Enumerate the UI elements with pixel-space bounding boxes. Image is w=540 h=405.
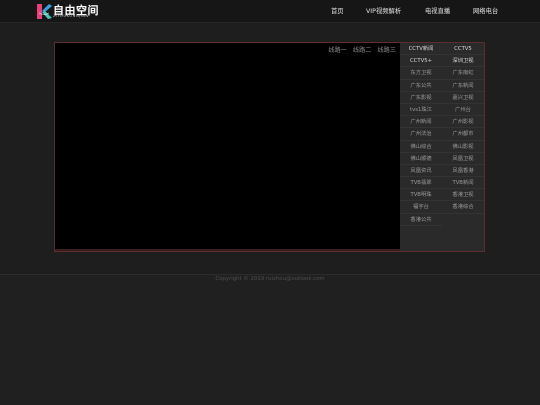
channel-item[interactable]: TVB明珠 bbox=[400, 189, 442, 202]
channel-item[interactable]: 深圳卫视 bbox=[442, 55, 484, 68]
nav-vip-video-parse[interactable]: VIP视频解析 bbox=[366, 6, 401, 15]
nav-home[interactable]: 首页 bbox=[331, 6, 344, 15]
channel-item[interactable]: 佛山综合 bbox=[400, 141, 442, 153]
channel-item[interactable]: 福字台 bbox=[400, 201, 442, 214]
channel-item[interactable]: 香港综合 bbox=[442, 201, 484, 214]
channel-item[interactable]: 广东南虹 bbox=[442, 67, 484, 80]
channel-item[interactable]: CCTV5 bbox=[442, 43, 484, 56]
channel-item[interactable]: 凤凰资讯 bbox=[400, 165, 442, 178]
player-container: 线路一 线路二 线路三 CCTV新闻 CCTV5 CCTV5+ 深圳卫视 东方卫视 广东南… bbox=[54, 42, 485, 252]
main-nav: 首页 VIP视频解析 电视直播 网络电台 bbox=[0, 0, 540, 22]
channel-item[interactable]: 凤凰卫视 bbox=[442, 153, 484, 165]
channel-item[interactable]: 广东影视 bbox=[400, 92, 442, 104]
line-2-button[interactable]: 线路二 bbox=[353, 47, 372, 54]
channel-item[interactable]: 广州影视 bbox=[442, 116, 484, 129]
line-3-button[interactable]: 线路三 bbox=[377, 47, 396, 54]
channel-item[interactable]: 佛山顺德 bbox=[400, 153, 442, 165]
channel-item[interactable]: tvs1珠江 bbox=[400, 104, 442, 117]
channel-item[interactable]: 凤凰香港 bbox=[442, 165, 484, 178]
footer-divider bbox=[0, 274, 540, 275]
nav-web-radio[interactable]: 网络电台 bbox=[473, 6, 498, 15]
channel-list: CCTV新闻 CCTV5 CCTV5+ 深圳卫视 东方卫视 广东南虹 广东公共 广东新闻 广东影… bbox=[400, 43, 484, 251]
channel-item[interactable]: 香港卫视 bbox=[442, 189, 484, 202]
line-selector: 线路一 线路二 线路三 bbox=[324, 45, 396, 54]
player-progress-track bbox=[55, 249, 400, 251]
channel-item[interactable]: 广州台 bbox=[442, 104, 484, 117]
channel-item[interactable]: 香港公共 bbox=[400, 214, 442, 226]
channel-item[interactable]: CCTV5+ bbox=[400, 55, 442, 68]
channel-item[interactable]: 东方卫视 bbox=[400, 67, 442, 80]
channel-item[interactable]: 广州法治 bbox=[400, 128, 442, 141]
channel-item[interactable]: 广东公共 bbox=[400, 80, 442, 92]
footer bbox=[0, 274, 540, 405]
channel-item[interactable]: CCTV新闻 bbox=[400, 43, 442, 56]
nav-tv-live[interactable]: 电视直播 bbox=[425, 6, 450, 15]
channel-item[interactable]: 广州都市 bbox=[442, 128, 484, 141]
channel-item[interactable]: TVB翡翠 bbox=[400, 177, 442, 190]
channel-item[interactable]: 广东新闻 bbox=[442, 80, 484, 92]
channel-item[interactable]: TVB新闻 bbox=[442, 177, 484, 190]
top-bar: 自由空间 ZIYOUKONGJIAN 首页 VIP视频解析 电视直播 网络电台 bbox=[0, 0, 540, 23]
video-player[interactable]: 线路一 线路二 线路三 bbox=[55, 43, 401, 251]
channel-item[interactable]: 佛山影视 bbox=[442, 141, 484, 153]
channel-item[interactable]: 嘉兴卫视 bbox=[442, 92, 484, 104]
line-1-button[interactable]: 线路一 bbox=[328, 47, 347, 54]
copyright-text: Copyright © 2019 ruizhou@outlook.com bbox=[215, 276, 325, 282]
channel-grid: CCTV新闻 CCTV5 CCTV5+ 深圳卫视 东方卫视 广东南虹 广东公共 广东新闻 广东影… bbox=[400, 43, 484, 226]
channel-item[interactable]: 广州新闻 bbox=[400, 116, 442, 129]
